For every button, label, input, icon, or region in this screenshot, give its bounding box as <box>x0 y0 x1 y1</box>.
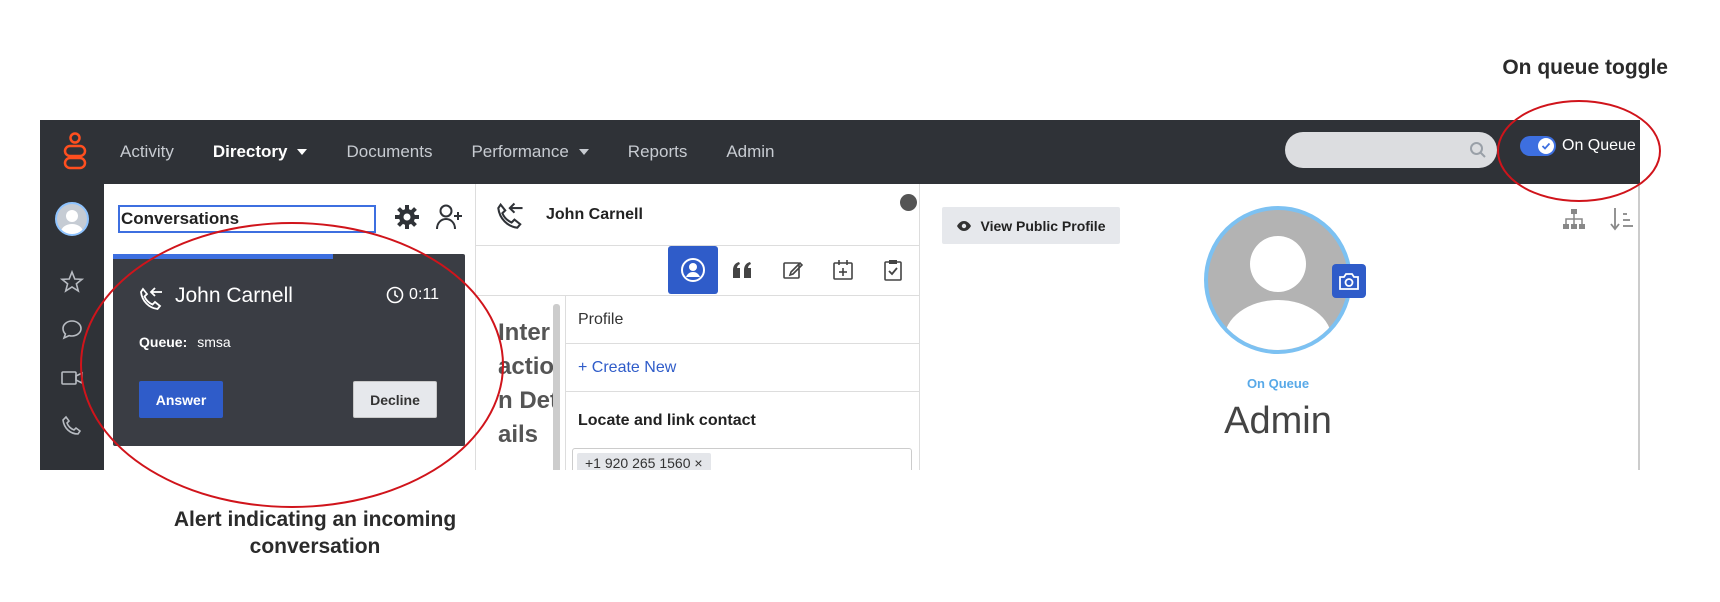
alert-progress-bar <box>113 254 333 259</box>
incoming-conversation-alert[interactable]: John Carnell 0:11 Queue: smsa Answer Decl… <box>113 254 465 446</box>
tab-notes[interactable] <box>768 246 818 294</box>
sort-icon[interactable] <box>1610 206 1634 232</box>
profile-section-heading: Profile <box>566 296 920 344</box>
collapse-left-icon[interactable] <box>900 194 917 211</box>
eye-icon <box>957 220 972 231</box>
interaction-tabbar <box>476 246 920 296</box>
tab-schedule[interactable] <box>818 246 868 294</box>
top-nav-bar: Activity Directory Documents Performance… <box>40 120 1640 184</box>
interaction-panel: John Carnell Interaction Details Profile… <box>476 184 939 470</box>
org-chart-icon[interactable] <box>1562 208 1586 230</box>
chat-icon[interactable] <box>60 318 84 342</box>
incoming-call-icon <box>497 202 523 229</box>
camera-icon[interactable] <box>1332 264 1366 298</box>
tab-scripts[interactable] <box>718 246 768 294</box>
nav-admin[interactable]: Admin <box>726 142 774 162</box>
search-input[interactable] <box>1285 132 1497 168</box>
tab-profile[interactable] <box>668 246 718 294</box>
video-icon[interactable] <box>60 366 84 390</box>
incoming-call-icon <box>140 287 162 310</box>
gear-icon[interactable] <box>394 204 420 230</box>
quote-icon <box>733 262 751 278</box>
page: On queue toggle Alert indicating an inco… <box>0 0 1720 602</box>
queue-value: smsa <box>197 334 231 350</box>
calendar-add-icon <box>833 260 853 280</box>
on-queue-label: On Queue <box>1562 137 1636 154</box>
alert-timer-value: 0:11 <box>409 286 439 303</box>
user-avatar[interactable] <box>55 202 89 236</box>
alert-caller-name: John Carnell <box>175 284 293 307</box>
alert-annotation-caption: Alert indicating an incoming conversatio… <box>173 508 457 558</box>
clipboard-check-icon <box>884 260 902 281</box>
clock-icon <box>386 286 404 304</box>
interaction-caller-name: John Carnell <box>546 206 643 223</box>
interaction-details-heading: Interaction Details <box>498 319 558 448</box>
nav-performance[interactable]: Performance <box>471 142 589 162</box>
profile-avatar[interactable] <box>1204 206 1352 354</box>
left-sidebar <box>40 184 104 470</box>
conversations-title[interactable]: Conversations <box>118 205 376 233</box>
genesys-logo-icon[interactable] <box>60 130 90 174</box>
presence-status: On Queue <box>1246 376 1310 391</box>
interaction-details-column: Interaction Details <box>476 296 566 470</box>
star-icon[interactable] <box>60 270 84 294</box>
contact-search-field[interactable]: +1 920 265 1560 × <box>572 448 912 470</box>
on-queue-toggle[interactable]: On Queue <box>1520 136 1636 156</box>
user-circle-icon <box>681 258 705 282</box>
main-nav: Activity Directory Documents Performance… <box>120 120 814 184</box>
vertical-scrollbar[interactable] <box>553 304 560 470</box>
decline-button[interactable]: Decline <box>353 381 437 418</box>
search-icon[interactable] <box>1469 141 1487 159</box>
interaction-header: John Carnell <box>476 184 939 246</box>
chevron-down-icon <box>297 149 308 155</box>
nav-directory[interactable]: Directory <box>213 142 308 162</box>
check-icon <box>1538 138 1554 154</box>
tab-wrapup[interactable] <box>868 246 918 294</box>
phone-chip[interactable]: +1 920 265 1560 × <box>577 453 711 470</box>
app-window: Activity Directory Documents Performance… <box>40 120 1640 470</box>
toggle-annotation-caption: On queue toggle <box>1502 56 1668 79</box>
toggle-switch[interactable] <box>1520 136 1556 156</box>
edit-icon <box>783 261 804 279</box>
chevron-down-icon <box>578 149 589 155</box>
nav-reports[interactable]: Reports <box>628 142 688 162</box>
view-public-profile-button[interactable]: View Public Profile <box>942 207 1120 244</box>
conversations-panel: Conversations John Carnell 0:11 Queue: s… <box>104 184 476 470</box>
panel-divider <box>1638 184 1640 470</box>
answer-button[interactable]: Answer <box>139 381 223 418</box>
phone-icon[interactable] <box>60 414 84 438</box>
nav-documents[interactable]: Documents <box>346 142 432 162</box>
profile-name: Admin <box>1224 400 1332 442</box>
create-new-link[interactable]: + Create New <box>566 344 920 392</box>
nav-activity[interactable]: Activity <box>120 142 174 162</box>
add-user-icon[interactable] <box>434 202 464 232</box>
queue-label: Queue: <box>139 334 188 350</box>
alert-timer: 0:11 <box>386 286 439 304</box>
profile-tab-content: Profile + Create New Locate and link con… <box>566 296 920 470</box>
profile-panel: View Public Profile On Queue Admin <box>920 184 1640 470</box>
alert-queue: Queue: smsa <box>139 334 231 350</box>
